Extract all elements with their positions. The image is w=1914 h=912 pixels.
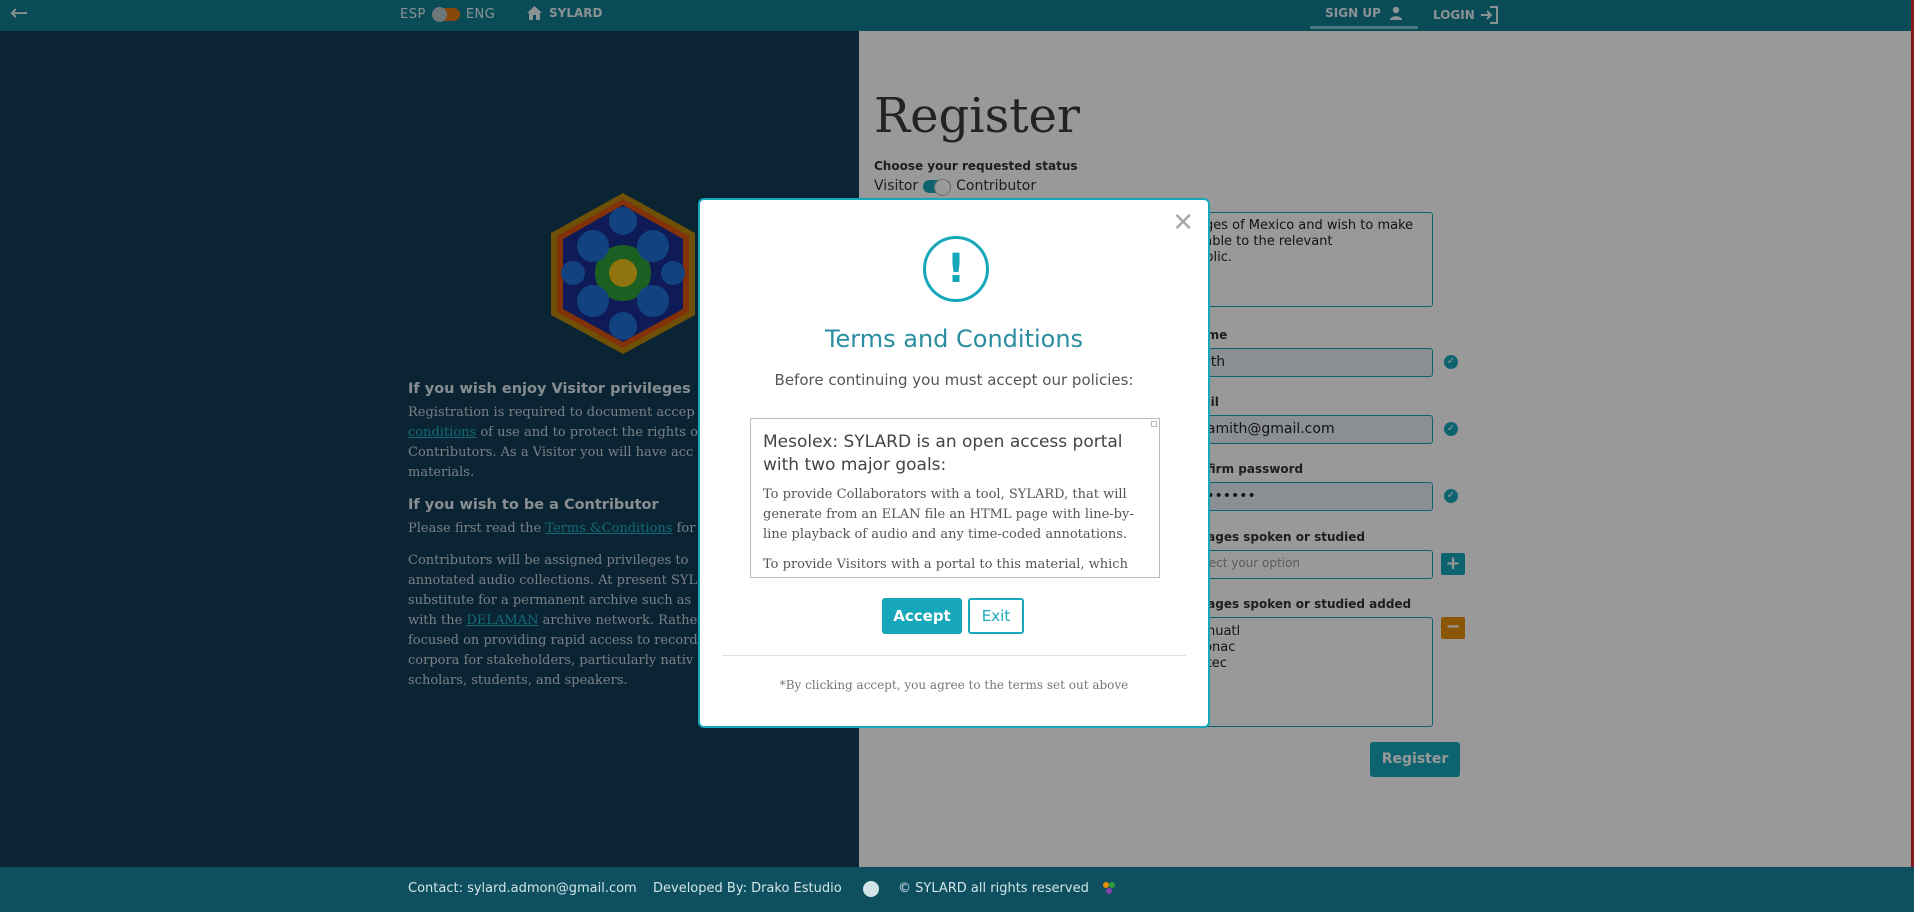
exit-button[interactable]: Exit (968, 598, 1024, 634)
footer-contact: Contact: sylard.admon@gmail.com (408, 881, 637, 896)
footer: Contact: sylard.admon@gmail.com Develope… (0, 867, 1914, 912)
footer-rights: © SYLARD all rights reserved (898, 881, 1089, 896)
close-icon[interactable]: ✕ (1172, 210, 1194, 236)
accept-button[interactable]: Accept (882, 598, 962, 634)
policy-paragraph: To provide Collaborators with a tool, SY… (763, 487, 1134, 542)
drako-logo-icon (1102, 880, 1116, 900)
terms-modal: ✕ ! Terms and Conditions Before continui… (698, 198, 1210, 728)
scrollbar[interactable] (1151, 421, 1157, 427)
footer-developer: Developed By: Drako Estudio (653, 881, 842, 896)
policy-paragraph: To provide Visitors with a portal to thi… (763, 557, 1128, 572)
github-icon[interactable] (863, 881, 879, 901)
divider (722, 655, 1186, 656)
policy-heading: Mesolex: SYLARD is an open access portal… (763, 432, 1123, 475)
policy-scroll-box[interactable]: Mesolex: SYLARD is an open access portal… (750, 418, 1160, 578)
modal-subtitle: Before continuing you must accept our po… (774, 371, 1134, 389)
modal-footnote: *By clicking accept, you agree to the te… (779, 678, 1129, 692)
alert-icon: ! (923, 236, 989, 302)
modal-title: Terms and Conditions (824, 325, 1084, 353)
